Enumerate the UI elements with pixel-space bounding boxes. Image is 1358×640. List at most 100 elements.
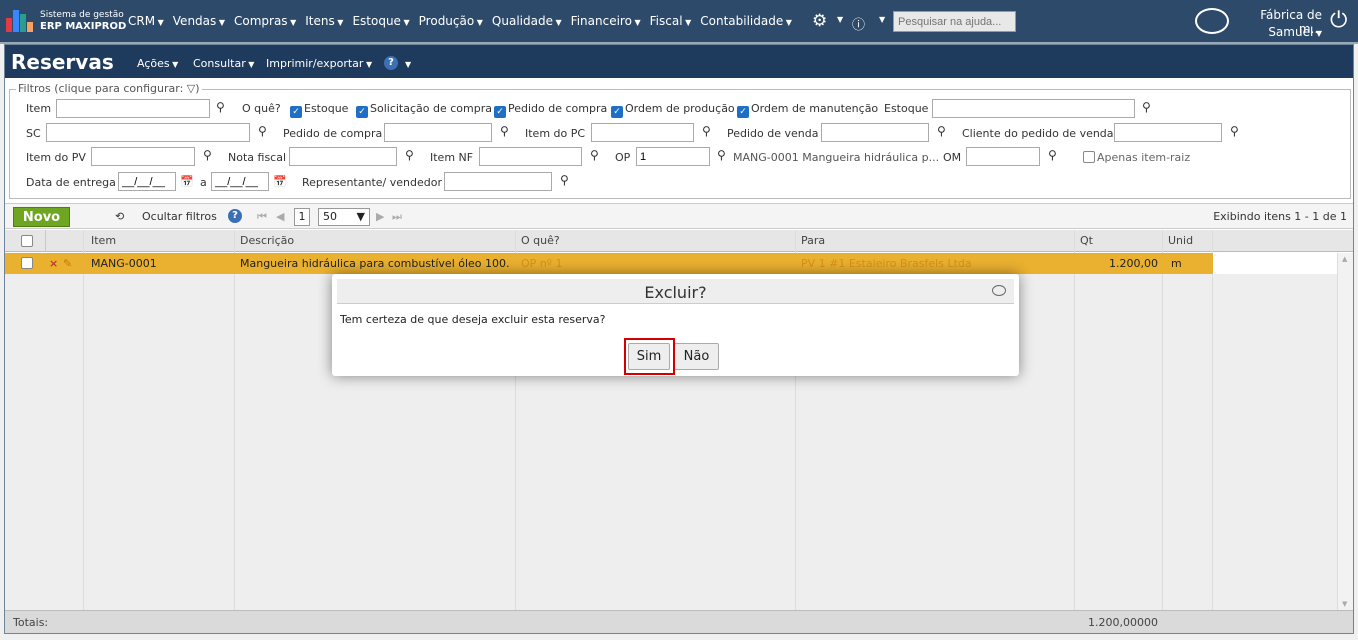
power-icon[interactable]: ⏻ (1330, 8, 1347, 33)
dialog-header[interactable]: Excluir? (337, 279, 1014, 304)
chat-icon[interactable] (992, 285, 1006, 296)
search-icon[interactable]: ⚲ (560, 173, 569, 187)
estoque-input[interactable] (932, 99, 1135, 118)
menu-itens[interactable]: Itens (305, 14, 343, 28)
filters-legend[interactable]: Filtros (clique para configurar: ▽) (16, 82, 202, 95)
user-menu[interactable]: Samuel (1238, 25, 1322, 39)
search-icon[interactable]: ⚲ (258, 124, 267, 138)
ocultar-filtros-button[interactable]: Ocultar filtros (142, 210, 217, 223)
chevron-down-icon[interactable]: ▼ (879, 15, 885, 24)
menu-consultar[interactable]: Consultar (193, 57, 254, 70)
grid-scrollbar[interactable]: ▲ ▼ (1337, 253, 1353, 610)
refresh-icon[interactable]: ⟲ (115, 210, 124, 223)
search-icon[interactable]: ⚲ (1230, 124, 1239, 138)
table-row[interactable]: × ✎ MANG-0001 Mangueira hidráulica para … (5, 253, 1213, 274)
row-checkbox[interactable] (21, 257, 33, 269)
gear-icon[interactable]: ⚙ (812, 11, 827, 31)
last-page-icon[interactable]: ⏭ (392, 210, 402, 224)
menu-fiscal[interactable]: Fiscal (650, 14, 692, 28)
calendar-icon[interactable]: 📅 (273, 175, 287, 188)
check-ordem-manutencao[interactable]: ✓ Ordem de manutenção (737, 102, 878, 118)
page-number-input[interactable]: 1 (294, 208, 310, 226)
cell-oque[interactable]: OP nº 1 (521, 257, 791, 270)
check-solicitacao[interactable]: ✓ Solicitação de compra (356, 102, 492, 118)
checkbox-checked-icon[interactable]: ✓ (290, 106, 302, 118)
search-icon[interactable]: ⚲ (216, 100, 225, 114)
search-icon[interactable]: ⚲ (717, 148, 726, 162)
item-input[interactable] (56, 99, 210, 118)
prev-page-icon[interactable]: ◀ (276, 210, 284, 223)
menu-contabilidade[interactable]: Contabilidade (700, 14, 792, 28)
chevron-down-icon[interactable]: ▼ (837, 15, 843, 24)
scroll-up-icon[interactable]: ▲ (1342, 255, 1347, 263)
menu-producao[interactable]: Produção (419, 14, 483, 28)
help-search-input[interactable] (893, 11, 1016, 32)
col-descricao[interactable]: Descrição (240, 234, 294, 247)
menu-financeiro[interactable]: Financeiro (571, 14, 641, 28)
chevron-down-icon[interactable] (405, 57, 411, 70)
help-icon[interactable]: ? (228, 209, 242, 223)
chat-icon[interactable] (1195, 8, 1229, 34)
representante-input[interactable] (444, 172, 552, 191)
checkbox-checked-icon[interactable]: ✓ (611, 106, 623, 118)
novo-button[interactable]: Novo (13, 207, 70, 227)
search-icon[interactable]: ⚲ (702, 124, 711, 138)
item-pv-input[interactable] (91, 147, 195, 166)
col-oque[interactable]: O quê? (521, 234, 560, 247)
date-to-input[interactable] (211, 172, 269, 191)
col-unid[interactable]: Unid (1168, 234, 1193, 247)
check-ordem-producao[interactable]: ✓ Ordem de produção (611, 102, 735, 118)
logo-icon[interactable] (6, 10, 36, 32)
item-pc-input[interactable] (591, 123, 694, 142)
menu-qualidade[interactable]: Qualidade (492, 14, 562, 28)
date-from-input[interactable] (118, 172, 176, 191)
oque-label: O quê? (242, 102, 281, 115)
menu-crm[interactable]: CRM (128, 14, 164, 28)
search-icon[interactable]: ⚲ (1142, 100, 1151, 114)
check-estoque[interactable]: ✓ Estoque (290, 102, 348, 118)
check-pedido-compra[interactable]: ✓ Pedido de compra (494, 102, 607, 118)
edit-icon[interactable]: ✎ (63, 257, 72, 270)
menu-estoque[interactable]: Estoque (352, 14, 409, 28)
col-item[interactable]: Item (91, 234, 116, 247)
pedido-venda-input[interactable] (821, 123, 929, 142)
menu-compras[interactable]: Compras (234, 14, 296, 28)
nao-button[interactable]: Não (674, 343, 719, 370)
calendar-icon[interactable]: 📅 (180, 175, 194, 188)
first-page-icon[interactable]: ⏮ (257, 210, 267, 224)
filter-icon[interactable]: ▽ (187, 82, 195, 95)
help-icon[interactable]: ⓘ (852, 14, 865, 33)
help-icon[interactable]: ? (384, 56, 398, 70)
search-icon[interactable]: ⚲ (203, 148, 212, 162)
search-icon[interactable]: ⚲ (937, 124, 946, 138)
nota-fiscal-input[interactable] (289, 147, 397, 166)
item-nf-input[interactable] (479, 147, 582, 166)
search-icon[interactable]: ⚲ (1048, 148, 1057, 162)
checkbox-checked-icon[interactable]: ✓ (494, 106, 506, 118)
checkbox-checked-icon[interactable]: ✓ (737, 106, 749, 118)
menu-vendas[interactable]: Vendas (173, 14, 225, 28)
page-size-select[interactable]: 50 ▼ (318, 208, 370, 226)
col-para[interactable]: Para (801, 234, 825, 247)
search-icon[interactable]: ⚲ (405, 148, 414, 162)
cell-para[interactable]: PV 1 #1 Estaleiro Brasfels Ltda (801, 257, 1071, 270)
menu-acoes[interactable]: Ações (137, 57, 178, 70)
chevron-down-icon[interactable]: ▼ (357, 209, 365, 225)
pedido-compra-input[interactable] (384, 123, 492, 142)
op-input[interactable] (636, 147, 710, 166)
menu-imprimir-exportar[interactable]: Imprimir/exportar (266, 57, 372, 70)
select-all-checkbox[interactable] (21, 235, 33, 247)
col-qt[interactable]: Qt (1080, 234, 1093, 247)
next-page-icon[interactable]: ▶ (376, 210, 384, 223)
search-icon[interactable]: ⚲ (590, 148, 599, 162)
delete-icon[interactable]: × (49, 257, 58, 270)
om-input[interactable] (966, 147, 1040, 166)
brand[interactable]: Sistema de gestão ERP MAXIPROD (40, 10, 126, 32)
sc-input[interactable] (46, 123, 250, 142)
search-icon[interactable]: ⚲ (500, 124, 509, 138)
checkbox-icon[interactable] (1083, 151, 1095, 163)
scroll-down-icon[interactable]: ▼ (1342, 600, 1347, 608)
checkbox-checked-icon[interactable]: ✓ (356, 106, 368, 118)
cliente-pv-input[interactable] (1114, 123, 1222, 142)
apenas-item-raiz[interactable]: Apenas item-raiz (1083, 151, 1190, 164)
